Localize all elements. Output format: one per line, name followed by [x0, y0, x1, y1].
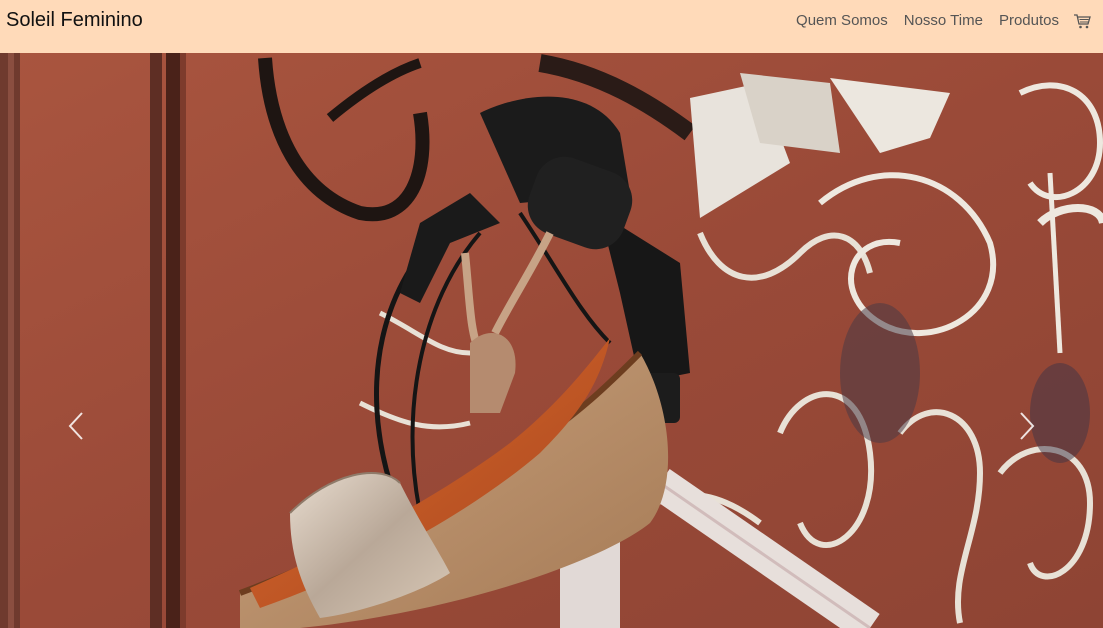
shopping-cart-icon[interactable] [1073, 12, 1091, 30]
nav-link-nosso-time[interactable]: Nosso Time [904, 12, 983, 30]
nav-link-quem-somos[interactable]: Quem Somos [796, 12, 888, 30]
brand-logo[interactable]: Soleil Feminino [6, 9, 143, 32]
carousel-next-button[interactable] [953, 53, 1103, 628]
chevron-right-icon [1020, 412, 1035, 440]
nav-link-produtos[interactable]: Produtos [999, 12, 1059, 30]
carousel-indicators [0, 622, 1103, 628]
hero-carousel [0, 53, 1103, 628]
nav-menu: Quem Somos Nosso Time Produtos [780, 12, 1091, 30]
chevron-left-icon [68, 412, 83, 440]
slide-image [0, 53, 1103, 628]
carousel-prev-button[interactable] [0, 53, 150, 628]
navbar: Soleil Feminino Quem Somos Nosso Time Pr… [0, 0, 1103, 53]
